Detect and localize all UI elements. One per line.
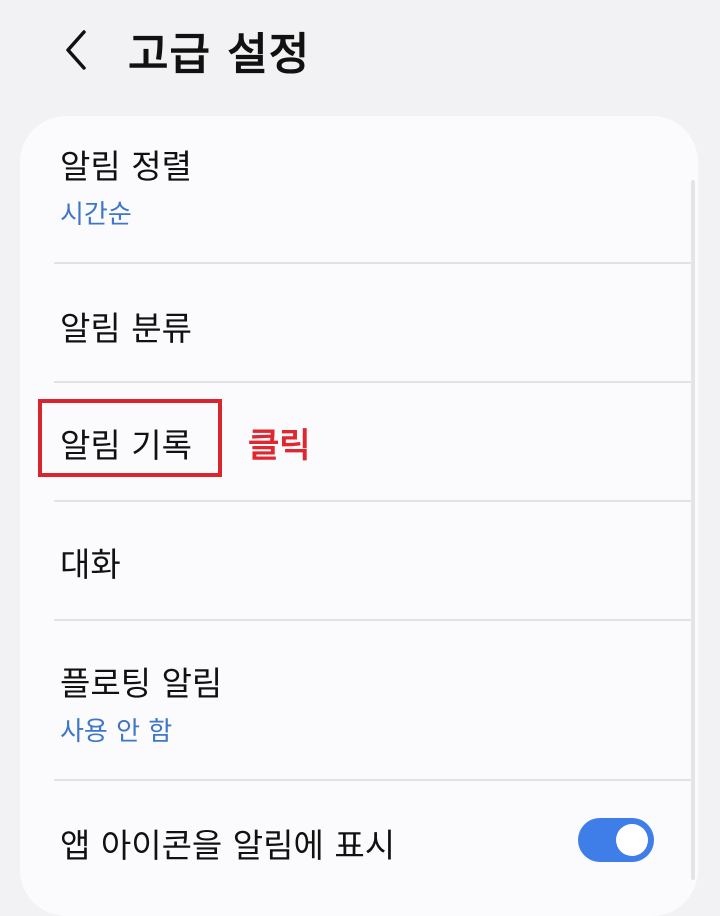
setting-title: 알림 분류 — [60, 309, 192, 348]
settings-card: 알림 정렬 시간순 알림 분류 알림 기록 대화 플로팅 알림 사용 안 함 앱… — [20, 116, 698, 916]
setting-value: 시간순 — [60, 200, 132, 230]
chevron-left-icon — [66, 30, 86, 70]
setting-value: 사용 안 함 — [60, 717, 173, 747]
setting-conversations[interactable]: 대화 — [20, 502, 698, 618]
setting-floating-notifications[interactable]: 플로팅 알림 사용 안 함 — [20, 621, 698, 778]
setting-notification-category[interactable]: 알림 분류 — [20, 264, 698, 380]
setting-title: 대화 — [60, 545, 121, 584]
app-header: 고급 설정 — [0, 0, 720, 110]
page-title: 고급 설정 — [128, 29, 311, 80]
click-annotation: 클릭 — [248, 426, 311, 466]
scrollbar[interactable] — [691, 180, 695, 880]
show-app-icon-toggle[interactable] — [578, 818, 654, 862]
toggle-knob — [616, 824, 648, 856]
setting-title: 플로팅 알림 — [60, 664, 223, 703]
setting-title: 알림 정렬 — [60, 147, 192, 186]
setting-title: 앱 아이콘을 알림에 표시 — [60, 826, 396, 865]
back-button[interactable] — [52, 24, 100, 76]
setting-notification-sort[interactable]: 알림 정렬 시간순 — [20, 116, 698, 262]
highlight-box — [38, 399, 222, 477]
